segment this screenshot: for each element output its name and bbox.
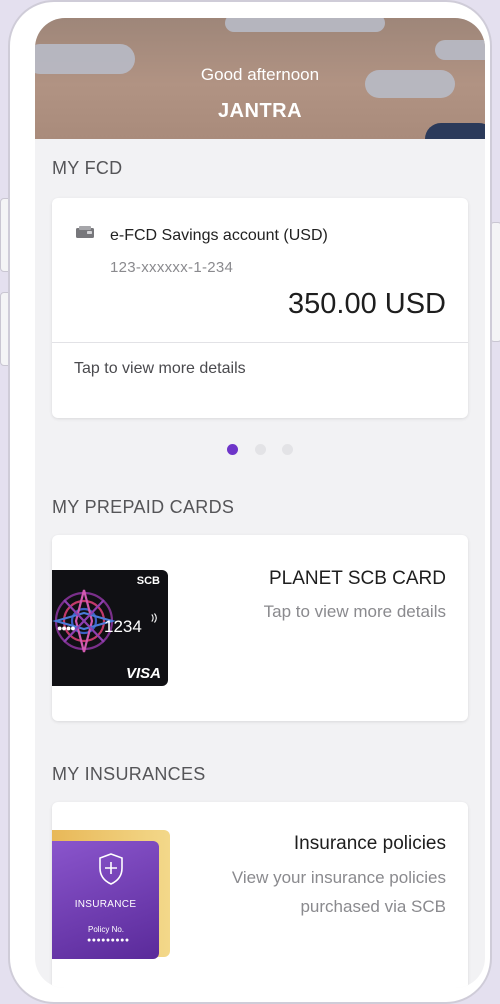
insurance-subtitle-line2: purchased via SCB (300, 897, 446, 916)
insurance-card-item[interactable]: INSURANCE Policy No. ●●●●●●●●● Insurance… (52, 802, 468, 988)
card-divider (52, 342, 468, 343)
carousel-pagination (35, 442, 485, 460)
card-brand: SCB (136, 575, 160, 587)
pagination-dot[interactable] (254, 444, 266, 455)
view-details-link[interactable]: Tap to view more details (264, 597, 446, 626)
account-balance: 350.00 USD (288, 288, 446, 320)
greeting-header: Good afternoon JANTRA (35, 18, 485, 139)
section-title-prepaid: MY PREPAID CARDS (52, 497, 235, 517)
fcd-account-card[interactable]: e-FCD Savings account (USD) 123-xxxxxx-1… (52, 198, 468, 418)
pagination-dot[interactable] (281, 444, 293, 455)
greeting-text: Good afternoon (200, 65, 320, 84)
prepaid-card-name: PLANET SCB CARD (268, 568, 446, 589)
account-name: e-FCD Savings account (USD) (110, 227, 328, 244)
header-cloud (225, 18, 385, 32)
insurance-subtitle-line1: View your insurance policies (231, 868, 446, 887)
prepaid-card-image: SCB ●●●● 1234 VISA (52, 570, 168, 686)
policy-number-label: Policy No. (88, 925, 125, 934)
pagination-dot-active[interactable] (227, 444, 239, 455)
app-screen: Good afternoon JANTRA MY FCD e-FCD Savin… (35, 18, 485, 988)
card-masked-dots: ●●●● (57, 623, 76, 633)
insurance-card-label: INSURANCE (74, 899, 137, 910)
contactless-icon (151, 613, 157, 623)
section-title-fcd: MY FCD (52, 158, 123, 178)
user-name: JANTRA (217, 100, 303, 122)
account-number: 123-xxxxxx-1-234 (110, 259, 234, 276)
visa-logo: VISA (125, 665, 161, 682)
header-hill (425, 123, 485, 139)
header-cloud (435, 40, 485, 60)
prepaid-card-item[interactable]: SCB ●●●● 1234 VISA PLANET SCB CARD Tap t… (52, 535, 468, 721)
wallet-icon (76, 226, 94, 238)
view-details-link[interactable]: Tap to view more details (74, 360, 246, 378)
insurance-title: Insurance policies (293, 833, 446, 854)
policy-number-dots: ●●●●●●●●● (87, 937, 130, 944)
insurance-card-image: INSURANCE Policy No. ●●●●●●●●● (52, 841, 159, 959)
phone-frame: Good afternoon JANTRA MY FCD e-FCD Savin… (8, 0, 492, 1004)
card-last-digits: 1234 (104, 617, 142, 636)
shield-plus-icon (99, 853, 123, 885)
section-title-insurance: MY INSURANCES (52, 764, 206, 784)
